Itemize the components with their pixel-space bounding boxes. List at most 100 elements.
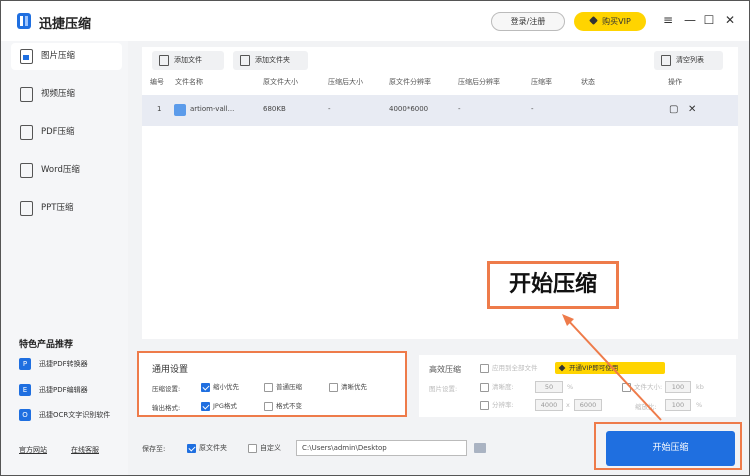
close-icon[interactable]: ✕ xyxy=(723,13,737,27)
column-header: 原文件大小 xyxy=(263,78,298,86)
checkbox-checked[interactable] xyxy=(187,444,196,453)
checkbox[interactable] xyxy=(622,383,631,392)
featured-item-pdf-editor[interactable]: E 迅捷PDF编辑器 xyxy=(19,384,88,396)
menu-icon[interactable]: ≡ xyxy=(661,13,675,27)
column-header: 原文件分辨率 xyxy=(389,78,431,86)
efficient-title: 高效压缩 xyxy=(429,365,461,374)
maximize-icon[interactable]: ☐ xyxy=(702,13,716,27)
ppt-icon xyxy=(20,201,33,216)
checkbox[interactable] xyxy=(480,383,489,392)
option-label: 缩小优先 xyxy=(213,383,239,391)
width-input[interactable]: 4000 xyxy=(535,399,563,411)
format-jpg[interactable]: JPG格式 xyxy=(201,402,237,411)
remove-row-icon[interactable]: ✕ xyxy=(688,104,696,115)
trash-icon xyxy=(661,55,671,66)
option-label: 文件大小: xyxy=(634,383,663,391)
apply-all-option[interactable]: 应用到全部文件 xyxy=(480,364,538,373)
pdf-editor-icon: E xyxy=(19,384,31,396)
login-button[interactable]: 登录/注册 xyxy=(491,12,565,31)
checkbox[interactable] xyxy=(264,402,273,411)
start-compress-button[interactable]: 开始压缩 xyxy=(606,431,735,466)
ocr-icon: O xyxy=(19,409,31,421)
general-settings-title: 通用设置 xyxy=(152,365,189,375)
format-unchanged[interactable]: 格式不变 xyxy=(264,402,302,411)
option-label: 清晰度: xyxy=(492,383,514,391)
buy-vip-label: 购买VIP xyxy=(602,17,631,26)
sidebar: 图片压缩 视频压缩 PDF压缩 Word压缩 PPT压缩 特色产品推荐 P 迅捷P… xyxy=(1,41,128,475)
checkbox[interactable] xyxy=(329,383,338,392)
checkbox[interactable] xyxy=(248,444,257,453)
row-original-resolution: 4000*6000 xyxy=(389,105,429,113)
filesize-option[interactable]: 文件大小: xyxy=(622,383,662,392)
clarity-unit: % xyxy=(567,383,574,391)
filesize-input[interactable]: 100 xyxy=(665,381,691,393)
row-compressed-resolution: - xyxy=(458,105,461,113)
featured-item-label: 迅捷PDF转换器 xyxy=(39,360,88,368)
sidebar-item-video[interactable]: 视频压缩 xyxy=(11,81,122,108)
image-setting-label: 图片设置: xyxy=(429,385,458,393)
add-folder-label: 添加文件夹 xyxy=(255,56,290,64)
folder-icon[interactable] xyxy=(474,443,486,453)
checkbox[interactable] xyxy=(480,401,489,410)
table-row[interactable]: 1 artiom-vall... 680KB - 4000*6000 - - ▢… xyxy=(142,95,738,126)
featured-item-label: 迅捷PDF编辑器 xyxy=(39,386,88,394)
open-folder-icon[interactable]: ▢ xyxy=(669,104,678,115)
filesize-unit: kb xyxy=(696,383,704,391)
sidebar-item-word[interactable]: Word压缩 xyxy=(11,157,122,184)
option-label: 普通压缩 xyxy=(276,383,302,391)
sidebar-item-label: 图片压缩 xyxy=(41,51,76,61)
sidebar-item-ppt[interactable]: PPT压缩 xyxy=(11,195,122,222)
row-file-name: artiom-vall... xyxy=(190,105,235,113)
option-label: JPG格式 xyxy=(213,402,237,410)
add-folder-icon xyxy=(240,55,250,66)
save-custom-option[interactable]: 自定义 xyxy=(248,444,281,453)
checkbox-checked[interactable] xyxy=(201,383,210,392)
column-header: 压缩率 xyxy=(531,78,552,86)
add-file-icon xyxy=(159,55,169,66)
app-title: 迅捷压缩 xyxy=(39,17,92,32)
buy-vip-button[interactable]: 购买VIP xyxy=(574,12,646,31)
save-source-folder-option[interactable]: 原文件夹 xyxy=(187,444,227,453)
sidebar-item-image[interactable]: 图片压缩 xyxy=(11,43,122,70)
checkbox-checked[interactable] xyxy=(201,402,210,411)
file-list-panel: 添加文件 添加文件夹 清空列表 编号 文件名称 原文件大小 压缩后大小 原文件分… xyxy=(142,47,738,339)
featured-item-ocr[interactable]: O 迅捷OCR文字识别软件 xyxy=(19,409,110,421)
clear-list-button[interactable]: 清空列表 xyxy=(654,51,723,70)
option-label: 分辨率: xyxy=(492,401,514,409)
mode-clarity-first[interactable]: 清晰优先 xyxy=(329,383,367,392)
online-support-link[interactable]: 在线客服 xyxy=(71,445,99,455)
vip-unlock-badge[interactable]: 开通VIP即可使用 xyxy=(555,362,665,374)
resolution-option[interactable]: 分辨率: xyxy=(480,401,514,410)
add-folder-button[interactable]: 添加文件夹 xyxy=(233,51,308,70)
clarity-option[interactable]: 清晰度: xyxy=(480,383,514,392)
image-file-icon xyxy=(174,104,186,116)
add-file-button[interactable]: 添加文件 xyxy=(152,51,224,70)
app-logo-icon xyxy=(17,13,31,29)
compress-mode-label: 压缩设置: xyxy=(152,385,181,393)
option-label: 应用到全部文件 xyxy=(492,364,538,372)
column-header: 压缩后大小 xyxy=(328,78,363,86)
clarity-input[interactable]: 50 xyxy=(535,381,563,393)
row-ratio: - xyxy=(531,105,534,113)
scale-input[interactable]: 100 xyxy=(665,399,691,411)
output-format-label: 输出格式: xyxy=(152,404,181,412)
featured-item-pdf-converter[interactable]: P 迅捷PDF转换器 xyxy=(19,358,88,370)
minimize-icon[interactable]: — xyxy=(683,13,697,27)
save-path-input[interactable]: C:\Users\admin\Desktop xyxy=(296,440,467,456)
checkbox[interactable] xyxy=(264,383,273,392)
column-header: 文件名称 xyxy=(175,78,203,86)
pdf-icon xyxy=(20,125,33,140)
sidebar-item-pdf[interactable]: PDF压缩 xyxy=(11,119,122,146)
mode-normal[interactable]: 普通压缩 xyxy=(264,383,302,392)
word-icon xyxy=(20,163,33,178)
sidebar-item-label: Word压缩 xyxy=(41,165,80,175)
add-file-label: 添加文件 xyxy=(174,56,202,64)
scale-unit: % xyxy=(696,401,703,409)
clear-list-label: 清空列表 xyxy=(676,56,704,64)
scale-label: 缩放比: xyxy=(635,403,657,411)
mode-shrink-first[interactable]: 缩小优先 xyxy=(201,383,239,392)
featured-title: 特色产品推荐 xyxy=(19,340,74,350)
checkbox[interactable] xyxy=(480,364,489,373)
height-input[interactable]: 6000 xyxy=(574,399,602,411)
official-site-link[interactable]: 官方网站 xyxy=(19,445,47,455)
